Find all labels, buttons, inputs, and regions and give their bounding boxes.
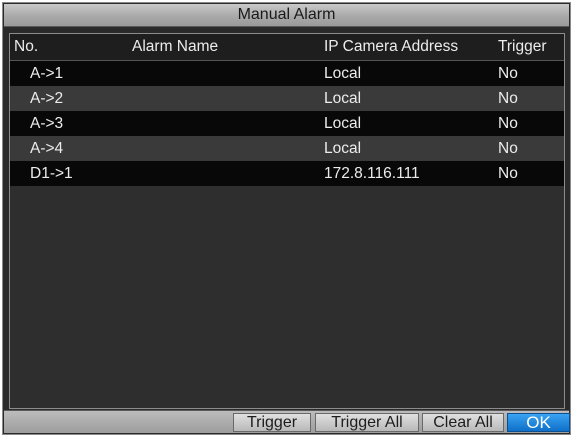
- table-row[interactable]: A->3 Local No: [10, 111, 564, 136]
- table-row[interactable]: A->4 Local No: [10, 136, 564, 161]
- button-bar: Trigger Trigger All Clear All OK: [4, 410, 570, 433]
- table-header: No. Alarm Name IP Camera Address Trigger: [10, 34, 564, 61]
- ok-button[interactable]: OK: [507, 413, 570, 432]
- cell-no: A->1: [30, 65, 64, 82]
- clear-all-button[interactable]: Clear All: [422, 413, 504, 432]
- column-header-ip-camera-address: IP Camera Address: [324, 38, 459, 55]
- manual-alarm-dialog: Manual Alarm No. Alarm Name IP Camera Ad…: [2, 2, 571, 435]
- column-header-trigger: Trigger: [498, 38, 547, 55]
- cell-ip-camera-address: Local: [324, 140, 362, 157]
- cell-no: D1->1: [30, 165, 73, 182]
- cell-ip-camera-address: 172.8.116.111: [324, 165, 420, 182]
- cell-no: A->4: [30, 140, 64, 157]
- title-bar: Manual Alarm: [4, 4, 569, 27]
- column-header-no: No.: [14, 38, 39, 55]
- cell-ip-camera-address: Local: [324, 65, 362, 82]
- cell-trigger: No: [498, 140, 518, 157]
- cell-trigger: No: [498, 165, 518, 182]
- dialog-title: Manual Alarm: [237, 6, 336, 23]
- column-header-alarm-name: Alarm Name: [132, 38, 219, 55]
- cell-trigger: No: [498, 115, 518, 132]
- trigger-button[interactable]: Trigger: [233, 413, 311, 432]
- table-row[interactable]: A->1 Local No: [10, 61, 564, 86]
- alarm-table: No. Alarm Name IP Camera Address Trigger…: [9, 33, 565, 409]
- cell-ip-camera-address: Local: [324, 90, 362, 107]
- cell-no: A->2: [30, 90, 64, 107]
- trigger-all-button[interactable]: Trigger All: [315, 413, 419, 432]
- cell-trigger: No: [498, 90, 518, 107]
- cell-trigger: No: [498, 65, 518, 82]
- table-row[interactable]: A->2 Local No: [10, 86, 564, 111]
- cell-ip-camera-address: Local: [324, 115, 362, 132]
- table-row[interactable]: D1->1 172.8.116.111 No: [10, 161, 564, 186]
- cell-no: A->3: [30, 115, 64, 132]
